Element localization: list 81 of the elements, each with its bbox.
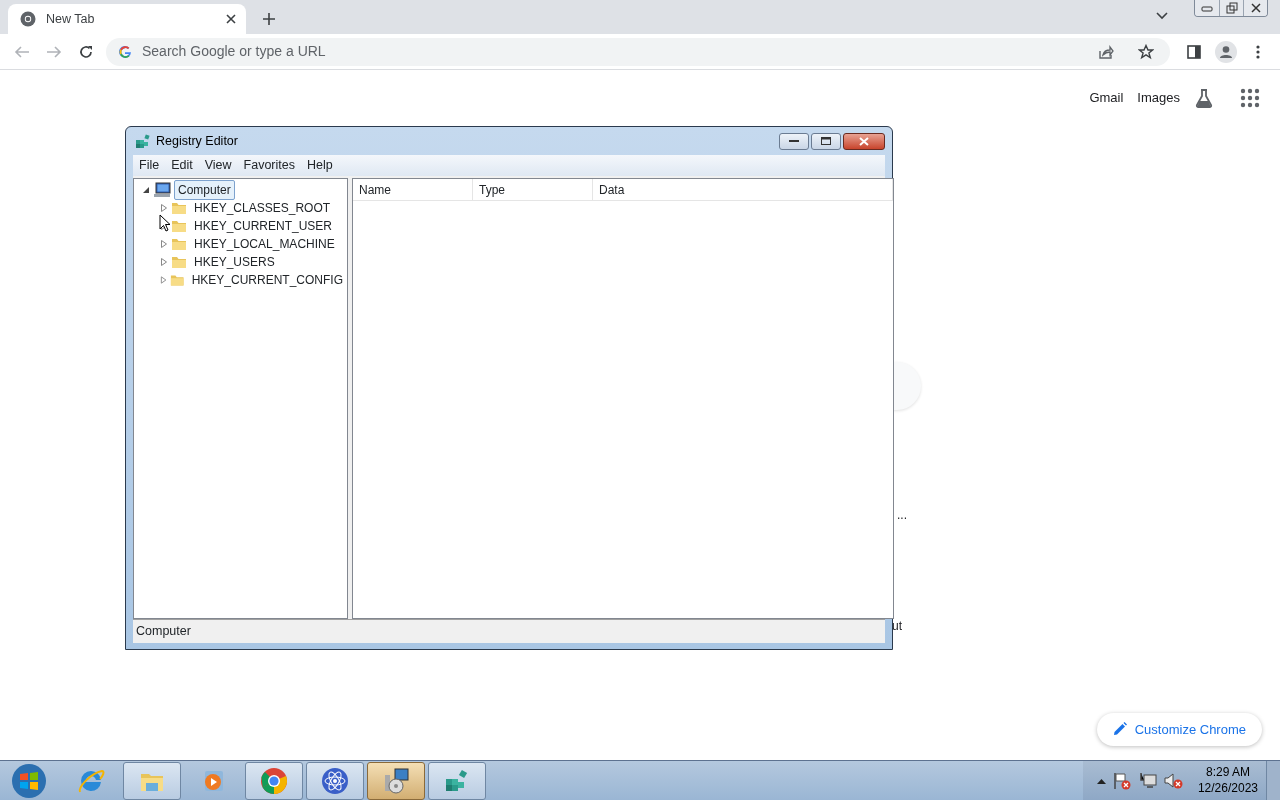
show-hidden-icons-button[interactable]	[1096, 777, 1106, 784]
expanded-arrow-icon[interactable]	[142, 186, 150, 194]
speaker-muted-icon[interactable]	[1163, 771, 1184, 790]
back-arrow-icon	[14, 43, 30, 60]
folder-icon	[170, 272, 185, 288]
close-icon	[1250, 3, 1261, 13]
taskbar-button[interactable]	[306, 761, 364, 800]
taskbar-button[interactable]	[428, 761, 486, 800]
close-icon	[859, 136, 869, 146]
atom-icon	[321, 766, 349, 795]
column-header[interactable]: Type	[473, 179, 593, 200]
tree-item[interactable]: HKEY_CURRENT_USER	[190, 216, 337, 236]
reload-icon	[78, 43, 94, 60]
menu-item[interactable]: Help	[301, 156, 339, 175]
folder-icon	[171, 218, 187, 234]
flag-error-icon[interactable]	[1111, 771, 1132, 790]
google-icon	[118, 44, 132, 59]
menu-item[interactable]: Edit	[165, 156, 199, 175]
tree-item[interactable]: HKEY_USERS	[190, 252, 279, 272]
top-link[interactable]: Gmail	[1089, 88, 1124, 108]
tree-item[interactable]: HKEY_CURRENT_CONFIG	[187, 270, 347, 290]
column-header[interactable]: Name	[353, 179, 473, 200]
flask-icon	[1194, 88, 1214, 108]
page-text: ...	[897, 507, 907, 524]
restore-icon	[1225, 2, 1238, 14]
labs-button[interactable]	[1194, 88, 1214, 108]
computer-icon	[153, 182, 171, 198]
apps-grid-icon	[1240, 88, 1260, 108]
more-vertical-icon	[1256, 44, 1260, 59]
status-text: Computer	[136, 623, 191, 641]
top-link[interactable]: Images	[1137, 88, 1180, 108]
windows-orb-icon	[11, 762, 47, 799]
taskbar-button[interactable]	[123, 761, 181, 800]
close-icon-button[interactable]	[226, 14, 236, 24]
star-icon	[1138, 43, 1154, 60]
menu-item[interactable]: Favorites	[237, 156, 301, 175]
tab-search-button[interactable]	[1156, 12, 1168, 20]
close-button[interactable]	[1243, 0, 1267, 16]
plus-icon	[262, 12, 276, 26]
minimize-icon	[789, 139, 799, 143]
shortcut-tile[interactable]	[893, 362, 921, 410]
address-bar[interactable]: Search Google or type a URL	[106, 37, 1170, 66]
address-field[interactable]: Search Google or type a URL	[140, 40, 1082, 63]
minimize-icon	[1201, 4, 1213, 12]
forward-arrow-icon	[46, 43, 62, 60]
close-icon	[226, 14, 236, 24]
close-button[interactable]	[843, 132, 885, 150]
folder-icon	[171, 200, 187, 216]
taskbar-button[interactable]	[367, 761, 425, 800]
chrome-icon	[260, 766, 288, 795]
maximize-icon	[821, 137, 831, 145]
caret-up-icon	[1096, 777, 1106, 784]
registry-cubes-icon	[135, 133, 151, 149]
maximize-button[interactable]	[811, 132, 841, 150]
profile-icon	[1215, 40, 1237, 63]
menu-item[interactable]: File	[133, 156, 166, 175]
new-tab-button[interactable]	[262, 12, 276, 26]
apps-button[interactable]	[1240, 88, 1260, 108]
computer-disc-icon	[382, 766, 410, 795]
pencil-icon	[1112, 722, 1127, 737]
restore-button[interactable]	[1219, 0, 1243, 16]
column-header[interactable]: Data	[593, 179, 893, 200]
tree-item[interactable]: HKEY_LOCAL_MACHINE	[190, 234, 339, 254]
page-text: ut	[892, 618, 902, 635]
network-icon[interactable]	[1137, 771, 1158, 790]
share-icon	[1098, 43, 1114, 60]
taskbar-button[interactable]	[245, 761, 303, 800]
minimize-button[interactable]	[779, 132, 809, 150]
browser-tab[interactable]: New Tab	[8, 4, 246, 34]
customize-chrome-button[interactable]: Customize Chrome	[1096, 712, 1262, 746]
side-panel-icon	[1187, 44, 1201, 59]
folder-icon	[171, 236, 187, 252]
mouse-pointer-icon	[159, 214, 171, 232]
chevron-down-icon	[1156, 12, 1168, 20]
tree-item[interactable]: Computer	[174, 180, 235, 200]
window-title: Registry Editor	[156, 132, 238, 150]
chrome-icon	[20, 11, 36, 27]
tab-title: New Tab	[46, 10, 96, 28]
tree-item[interactable]: HKEY_CLASSES_ROOT	[190, 198, 335, 218]
menu-item[interactable]: View	[198, 156, 238, 175]
folder-icon	[171, 254, 187, 270]
